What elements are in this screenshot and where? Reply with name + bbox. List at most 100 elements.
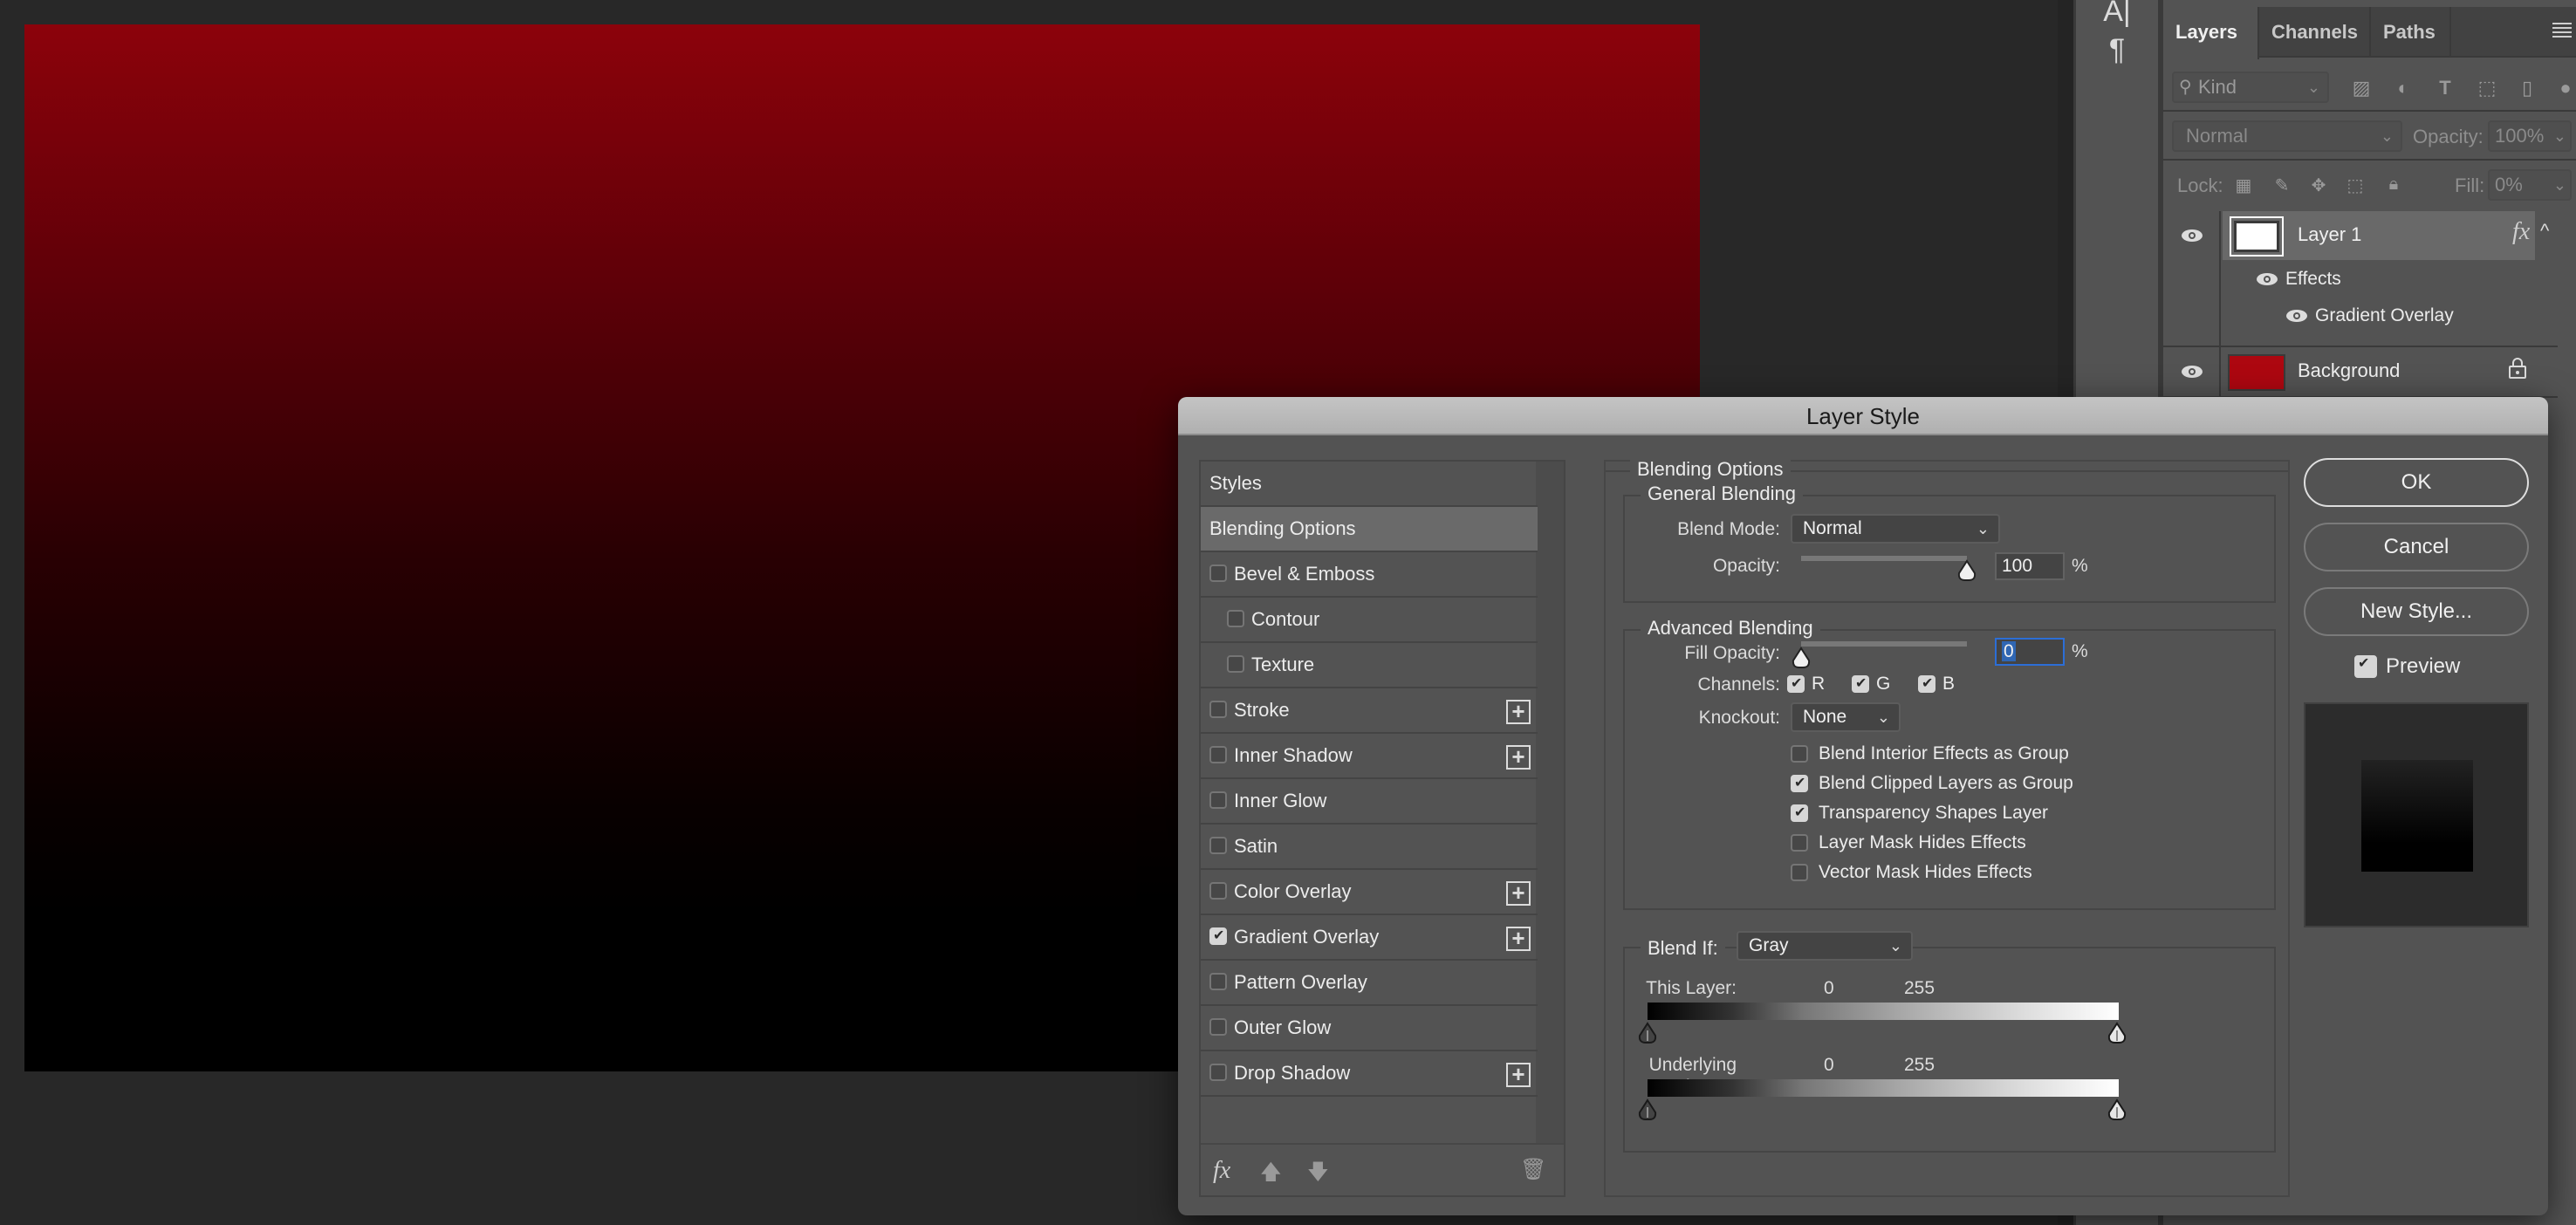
- collapse-effects-icon[interactable]: ^: [2540, 220, 2549, 243]
- lock-artboard-icon[interactable]: ⬚: [2345, 175, 2366, 195]
- add-effect-instance-icon[interactable]: +: [1506, 1063, 1531, 1087]
- this-layer-black-slider[interactable]: [1637, 1022, 1658, 1044]
- effect-row-gradient-overlay[interactable]: Gradient Overlay: [2163, 298, 2576, 333]
- smart-object-filter-icon[interactable]: ▯: [2516, 77, 2538, 99]
- underlying-white-slider[interactable]: [2107, 1098, 2127, 1121]
- style-item-stroke[interactable]: Stroke +: [1201, 688, 1538, 734]
- knockout-select[interactable]: None ⌄: [1791, 702, 1901, 732]
- checkbox[interactable]: [1209, 565, 1227, 582]
- styles-scrollbar[interactable]: [1536, 462, 1564, 1144]
- style-item-outer-glow[interactable]: Outer Glow: [1201, 1006, 1538, 1051]
- add-effect-instance-icon[interactable]: +: [1506, 927, 1531, 951]
- lock-transparent-pixels-icon[interactable]: ▦: [2233, 175, 2254, 195]
- effects-row[interactable]: Effects: [2163, 260, 2576, 298]
- checkbox[interactable]: [1918, 673, 1935, 695]
- checkbox[interactable]: [1227, 655, 1244, 673]
- paragraph-icon[interactable]: ¶: [2076, 33, 2158, 67]
- lock-icon[interactable]: [2509, 358, 2526, 379]
- chevron-down-icon: ⌄: [1976, 520, 1990, 537]
- checkbox[interactable]: [1209, 791, 1227, 809]
- pixel-layer-filter-icon[interactable]: ▨: [2350, 77, 2373, 99]
- fill-opacity-slider-track[interactable]: [1801, 641, 1967, 647]
- lock-all-icon[interactable]: 🔒︎: [2383, 175, 2404, 195]
- style-item-drop-shadow[interactable]: Drop Shadow +: [1201, 1051, 1538, 1097]
- layer-row-background[interactable]: Background: [2163, 347, 2576, 396]
- effects-label: Effects: [2285, 269, 2341, 289]
- lock-image-pixels-icon[interactable]: ✎: [2271, 175, 2292, 195]
- eye-icon[interactable]: [2256, 272, 2278, 286]
- style-item-inner-glow[interactable]: Inner Glow: [1201, 779, 1538, 825]
- style-item-texture[interactable]: Texture: [1201, 643, 1538, 688]
- chevron-down-icon: ⌄: [2380, 127, 2394, 145]
- eye-icon[interactable]: [2285, 309, 2308, 323]
- lock-position-icon[interactable]: ✥: [2308, 175, 2329, 195]
- tab-paths[interactable]: Paths: [2371, 7, 2451, 58]
- layer-blend-mode-select[interactable]: Normal ⌄: [2172, 120, 2402, 152]
- checkbox[interactable]: [1209, 925, 1227, 948]
- checkbox[interactable]: [1209, 837, 1227, 854]
- style-item-bevel-emboss[interactable]: Bevel & Emboss: [1201, 552, 1538, 598]
- underlying-black-slider[interactable]: [1637, 1098, 1658, 1121]
- add-effect-instance-icon[interactable]: +: [1506, 700, 1531, 724]
- move-down-icon[interactable]: 🡇︎: [1307, 1157, 1329, 1193]
- fx-icon[interactable]: fx: [2512, 218, 2530, 246]
- layer-fill-field[interactable]: 0% ⌄: [2488, 169, 2572, 201]
- panel-menu-icon[interactable]: [2552, 23, 2572, 40]
- style-item-gradient-overlay[interactable]: Gradient Overlay +: [1201, 915, 1538, 961]
- opacity-field[interactable]: 100: [1995, 552, 2065, 580]
- eye-icon[interactable]: [2181, 229, 2203, 243]
- layer-name[interactable]: Background: [2298, 359, 2400, 382]
- chevron-down-icon: ⌄: [2552, 176, 2566, 194]
- layer-row-layer-1[interactable]: Layer 1 fx ^: [2163, 211, 2576, 346]
- this-layer-white-slider[interactable]: [2107, 1022, 2127, 1044]
- checkbox[interactable]: [1209, 882, 1227, 900]
- opacity-slider-track[interactable]: [1801, 556, 1967, 561]
- add-effect-instance-icon[interactable]: +: [1506, 881, 1531, 906]
- adjustment-layer-filter-icon[interactable]: ◐: [2392, 77, 2415, 99]
- style-item-pattern-overlay[interactable]: Pattern Overlay: [1201, 961, 1538, 1006]
- fill-opacity-field[interactable]: 0: [1995, 638, 2065, 666]
- checkbox[interactable]: [1791, 802, 1808, 825]
- style-item-satin[interactable]: Satin: [1201, 825, 1538, 870]
- style-item-inner-shadow[interactable]: Inner Shadow +: [1201, 734, 1538, 779]
- checkbox[interactable]: [1852, 673, 1869, 695]
- checkbox[interactable]: [1791, 772, 1808, 795]
- style-item-styles[interactable]: Styles: [1201, 462, 1538, 507]
- cancel-button[interactable]: Cancel: [2304, 523, 2529, 571]
- blend-mode-select[interactable]: Normal ⌄: [1791, 514, 2000, 544]
- checkbox[interactable]: [1791, 745, 1808, 763]
- checkbox[interactable]: [2354, 653, 2377, 678]
- move-up-icon[interactable]: 🡅︎: [1260, 1157, 1282, 1193]
- checkbox[interactable]: [1787, 673, 1805, 695]
- trash-icon[interactable]: 🗑︎: [1520, 1157, 1546, 1182]
- checkbox[interactable]: [1209, 1018, 1227, 1036]
- type-layer-filter-icon[interactable]: T: [2434, 77, 2456, 99]
- character-icon[interactable]: A|: [2076, 0, 2158, 29]
- checkbox[interactable]: [1209, 1064, 1227, 1081]
- filter-toggle-icon[interactable]: ●: [2554, 77, 2576, 99]
- opacity-slider-thumb[interactable]: [1956, 559, 1977, 582]
- checkbox[interactable]: [1209, 973, 1227, 990]
- dialog-title[interactable]: Layer Style: [1178, 397, 2548, 435]
- fill-opacity-slider-thumb[interactable]: [1791, 647, 1812, 669]
- style-item-color-overlay[interactable]: Color Overlay +: [1201, 870, 1538, 915]
- checkbox[interactable]: [1791, 864, 1808, 881]
- eye-icon[interactable]: [2181, 365, 2203, 379]
- checkbox[interactable]: [1227, 610, 1244, 627]
- tab-channels[interactable]: Channels: [2259, 7, 2371, 58]
- fx-menu-icon[interactable]: fx: [1213, 1157, 1230, 1185]
- shape-layer-filter-icon[interactable]: ⬚: [2476, 77, 2498, 99]
- layer-opacity-field[interactable]: 100% ⌄: [2488, 120, 2572, 152]
- tab-layers[interactable]: Layers: [2163, 7, 2259, 59]
- ok-button[interactable]: OK: [2304, 458, 2529, 507]
- layer-name[interactable]: Layer 1: [2298, 223, 2361, 246]
- checkbox[interactable]: [1209, 746, 1227, 763]
- blend-if-select[interactable]: Gray ⌄: [1737, 931, 1913, 961]
- checkbox[interactable]: [1209, 701, 1227, 718]
- checkbox[interactable]: [1791, 834, 1808, 852]
- filter-kind-select[interactable]: ⚲ Kind ⌄: [2172, 72, 2329, 103]
- style-item-blending-options[interactable]: Blending Options: [1201, 507, 1538, 552]
- style-item-contour[interactable]: Contour: [1201, 598, 1538, 643]
- new-style-button[interactable]: New Style...: [2304, 587, 2529, 636]
- add-effect-instance-icon[interactable]: +: [1506, 745, 1531, 770]
